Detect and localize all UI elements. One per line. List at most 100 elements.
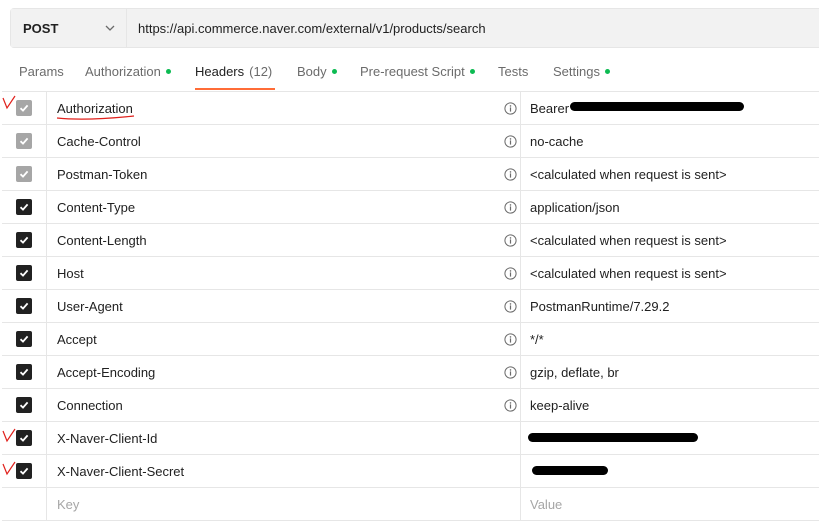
tab-label: Tests bbox=[498, 64, 529, 79]
tab-headers[interactable]: Headers (12) bbox=[195, 64, 276, 90]
info-icon[interactable] bbox=[504, 365, 517, 379]
header-value-cell[interactable]: <calculated when request is sent> bbox=[521, 257, 819, 289]
header-enable-checkbox[interactable] bbox=[16, 199, 32, 215]
redaction-bar bbox=[528, 433, 698, 442]
header-key: Cache-Control bbox=[57, 133, 141, 149]
header-enable-checkbox[interactable] bbox=[16, 364, 32, 380]
url-text: https://api.commerce.naver.com/external/… bbox=[138, 20, 486, 36]
header-enable-checkbox[interactable] bbox=[16, 133, 32, 149]
tab-label: Settings bbox=[553, 64, 600, 79]
table-row: X-Naver-Client-Secret bbox=[2, 455, 819, 488]
header-key: X-Naver-Client-Id bbox=[57, 430, 158, 446]
header-enable-checkbox[interactable] bbox=[16, 100, 32, 116]
header-value-cell[interactable]: application/json bbox=[521, 191, 819, 223]
header-enable-checkbox[interactable] bbox=[16, 166, 32, 182]
url-input[interactable]: https://api.commerce.naver.com/external/… bbox=[127, 9, 819, 47]
check-icon bbox=[19, 170, 29, 178]
header-value-cell[interactable]: PostmanRuntime/7.29.2 bbox=[521, 290, 819, 322]
header-value: <calculated when request is sent> bbox=[530, 166, 727, 182]
header-enable-checkbox[interactable] bbox=[16, 463, 32, 479]
header-key-cell[interactable]: Host bbox=[47, 257, 521, 289]
info-icon[interactable] bbox=[504, 398, 517, 412]
tab-label: Params bbox=[19, 64, 64, 79]
tab-tests[interactable]: Tests bbox=[498, 64, 528, 90]
header-enable-cell bbox=[2, 158, 47, 190]
checkmark-annotation-icon bbox=[2, 461, 16, 476]
header-value-cell[interactable]: no-cache bbox=[521, 125, 819, 157]
headers-count: (12) bbox=[249, 64, 273, 79]
header-key: Accept-Encoding bbox=[57, 364, 156, 380]
info-icon[interactable] bbox=[504, 167, 517, 181]
status-dot-icon bbox=[604, 69, 610, 74]
header-value: Bearer bbox=[530, 100, 570, 116]
check-icon bbox=[19, 467, 29, 475]
redaction-bar bbox=[570, 102, 744, 111]
check-icon bbox=[19, 104, 29, 112]
header-enable-checkbox[interactable] bbox=[16, 232, 32, 248]
header-value-cell[interactable]: */* bbox=[521, 323, 819, 355]
table-row: User-Agent PostmanRuntime/7.29.2 bbox=[2, 290, 819, 323]
method-label: POST bbox=[23, 20, 59, 36]
header-enable-checkbox[interactable] bbox=[16, 397, 32, 413]
new-key-input[interactable]: Key bbox=[47, 488, 521, 520]
method-select[interactable]: POST bbox=[11, 9, 127, 47]
tab-label: Body bbox=[297, 64, 327, 79]
header-key-cell[interactable]: X-Naver-Client-Secret bbox=[47, 455, 521, 487]
header-enable-cell bbox=[2, 290, 47, 322]
info-icon[interactable] bbox=[504, 332, 517, 346]
tab-settings[interactable]: Settings bbox=[553, 64, 610, 90]
header-key-cell[interactable]: Content-Length bbox=[47, 224, 521, 256]
tab-params[interactable]: Params bbox=[19, 64, 64, 90]
header-key-cell[interactable]: X-Naver-Client-Id bbox=[47, 422, 521, 454]
info-icon[interactable] bbox=[504, 101, 517, 115]
header-value: <calculated when request is sent> bbox=[530, 232, 727, 248]
header-key-cell[interactable]: Postman-Token bbox=[47, 158, 521, 190]
header-key: Accept bbox=[57, 331, 97, 347]
header-key-cell[interactable]: Accept-Encoding bbox=[47, 356, 521, 388]
checkmark-annotation-icon bbox=[2, 428, 16, 443]
header-value-cell[interactable]: <calculated when request is sent> bbox=[521, 158, 819, 190]
header-enable-checkbox[interactable] bbox=[16, 298, 32, 314]
tab-body[interactable]: Body bbox=[297, 64, 337, 90]
table-row: Cache-Control no-cache bbox=[2, 125, 819, 158]
header-value-cell[interactable]: <calculated when request is sent> bbox=[521, 224, 819, 256]
underline-annotation bbox=[56, 115, 135, 120]
value-placeholder: Value bbox=[530, 496, 563, 512]
check-icon bbox=[19, 302, 29, 310]
header-value: gzip, deflate, br bbox=[530, 364, 619, 380]
header-enable-checkbox[interactable] bbox=[16, 430, 32, 446]
tab-pre-request-script[interactable]: Pre-request Script bbox=[360, 64, 475, 90]
info-icon[interactable] bbox=[504, 299, 517, 313]
header-key-cell[interactable]: Connection bbox=[47, 389, 521, 421]
header-value-cell[interactable]: keep-alive bbox=[521, 389, 819, 421]
header-key-cell[interactable]: Content-Type bbox=[47, 191, 521, 223]
header-value-cell[interactable]: gzip, deflate, br bbox=[521, 356, 819, 388]
tab-label: Headers bbox=[195, 64, 245, 79]
header-key-cell[interactable]: Accept bbox=[47, 323, 521, 355]
info-icon[interactable] bbox=[504, 200, 517, 214]
check-icon bbox=[19, 434, 29, 442]
check-icon bbox=[19, 137, 29, 145]
header-enable-cell bbox=[2, 323, 47, 355]
info-icon[interactable] bbox=[504, 134, 517, 148]
table-row: Host <calculated when request is sent> bbox=[2, 257, 819, 290]
new-value-input[interactable]: Value bbox=[521, 488, 819, 520]
header-key: Postman-Token bbox=[57, 166, 148, 182]
tab-authorization[interactable]: Authorization bbox=[85, 64, 171, 90]
check-icon bbox=[19, 203, 29, 211]
check-icon bbox=[19, 269, 29, 277]
info-icon[interactable] bbox=[504, 266, 517, 280]
header-key-cell[interactable]: User-Agent bbox=[47, 290, 521, 322]
header-key: Content-Length bbox=[57, 232, 147, 248]
header-enable-checkbox[interactable] bbox=[16, 265, 32, 281]
header-enable-checkbox[interactable] bbox=[16, 331, 32, 347]
header-key-cell[interactable]: Cache-Control bbox=[47, 125, 521, 157]
table-row: Connection keep-alive bbox=[2, 389, 819, 422]
check-icon bbox=[19, 401, 29, 409]
check-icon bbox=[19, 236, 29, 244]
table-row: Postman-Token <calculated when request is… bbox=[2, 158, 819, 191]
check-icon bbox=[19, 335, 29, 343]
header-value: */* bbox=[530, 331, 544, 347]
tab-label: Pre-request Script bbox=[360, 64, 465, 79]
info-icon[interactable] bbox=[504, 233, 517, 247]
